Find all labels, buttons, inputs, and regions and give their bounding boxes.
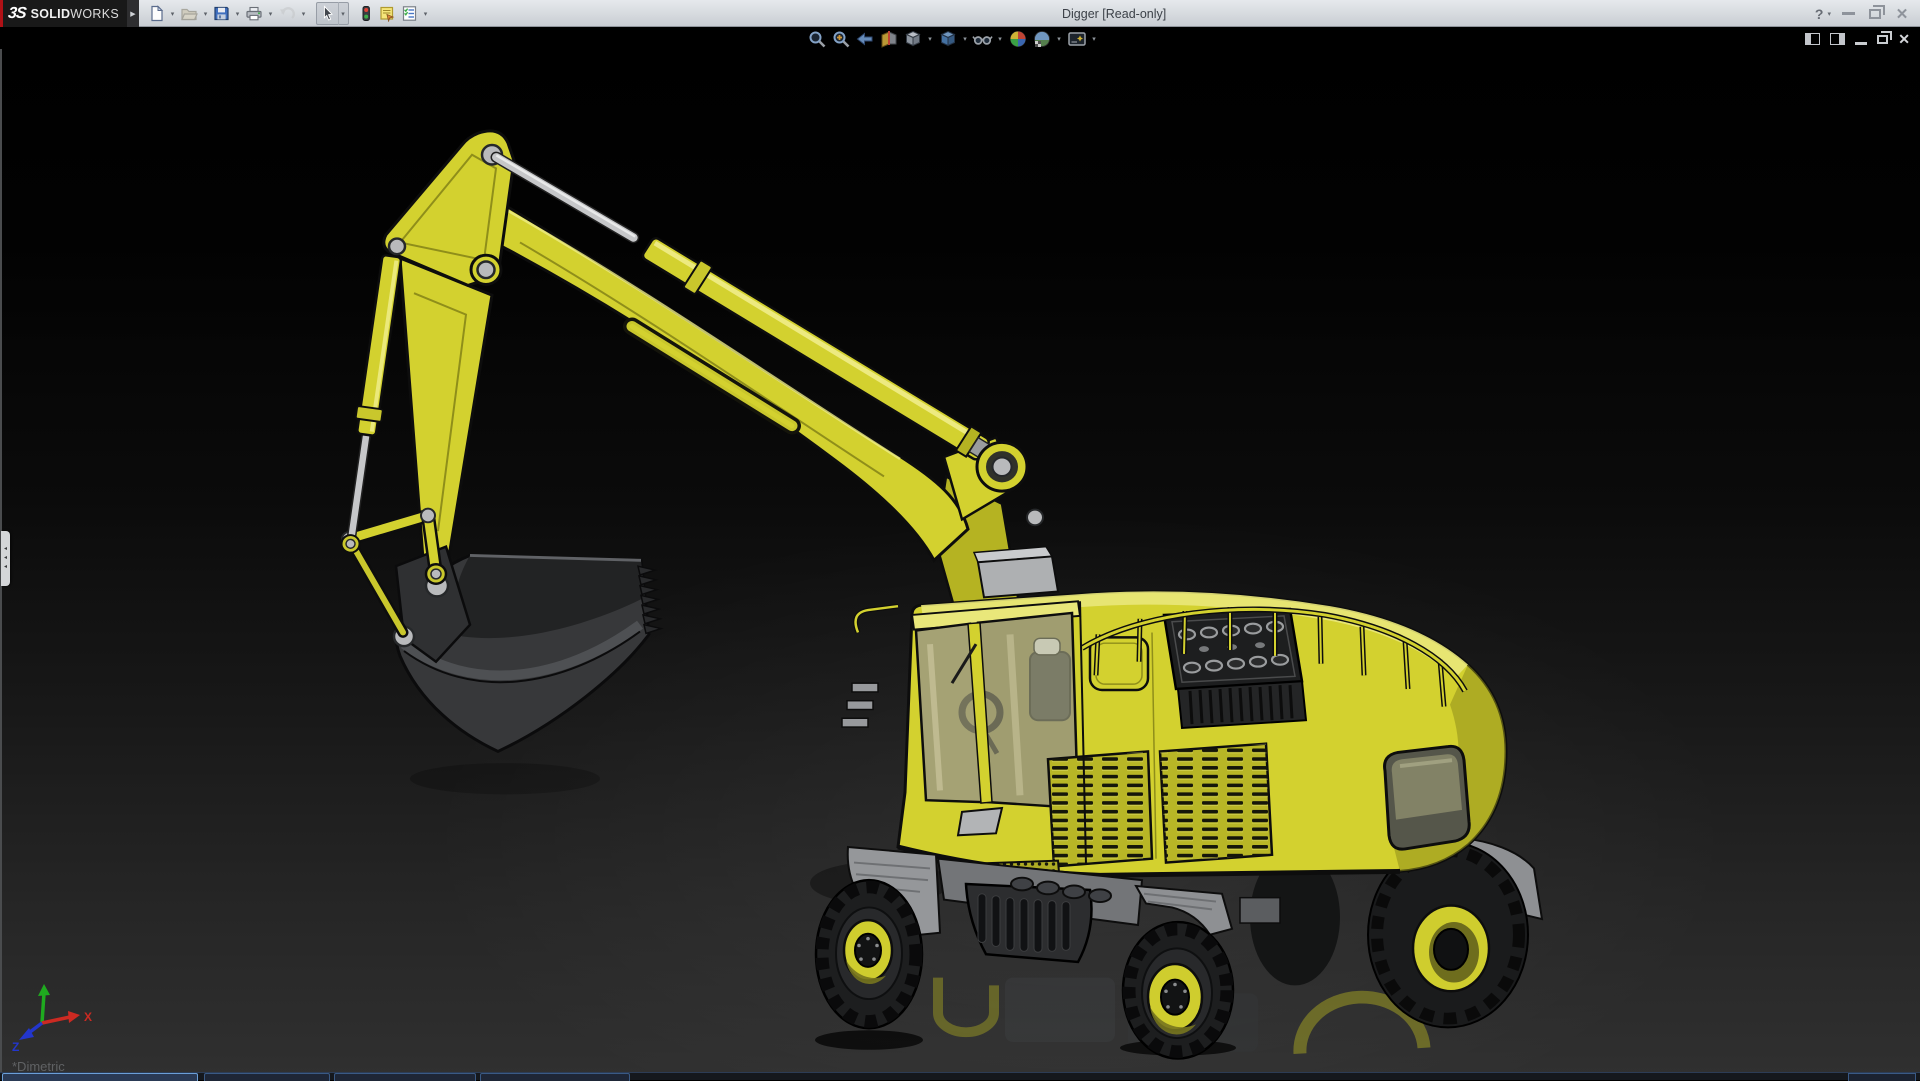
new-document-dropdown[interactable]: ▾	[168, 2, 177, 25]
title-bar: 3S SOLIDWORKS ▶ ▾ ▾	[0, 0, 1920, 27]
help-button[interactable]: ?	[1815, 6, 1824, 22]
document-title: Digger [Read-only]	[1062, 0, 1166, 27]
traffic-light-icon	[359, 5, 373, 22]
edit-appearance-sphere-icon	[1008, 29, 1028, 49]
collapse-arrow-icon: ◂	[4, 556, 7, 561]
toggle-right-pane-button[interactable]	[1830, 33, 1845, 45]
boom-stick-pin	[478, 261, 495, 278]
reference-triad[interactable]: X Z	[4, 983, 100, 1057]
dassault-3s-logo-icon: 3S	[7, 5, 26, 23]
view-orientation-dropdown[interactable]: ▾	[926, 35, 934, 43]
open-button[interactable]	[178, 2, 200, 25]
open-folder-icon	[180, 5, 198, 22]
hide-show-items-button[interactable]	[972, 29, 993, 50]
solidworks-wordmark: SOLIDWORKS	[31, 7, 119, 21]
select-cursor-icon	[320, 5, 336, 22]
rear-window	[1385, 746, 1470, 849]
view-orientation-cube-icon	[903, 29, 923, 49]
wordmark-bold: SOLID	[31, 7, 71, 21]
stick-cylinder[interactable]	[336, 254, 404, 554]
toggle-left-pane-button[interactable]	[1805, 33, 1820, 45]
collapse-arrow-icon: ◂	[4, 565, 7, 570]
display-style-button[interactable]	[937, 29, 958, 50]
collapse-arrow-icon: ◂	[4, 547, 7, 552]
view-orientation-button[interactable]	[902, 29, 923, 50]
section-view-icon	[879, 29, 899, 49]
apply-scene-icon	[1032, 29, 1052, 49]
front-right-wheel[interactable]	[1123, 922, 1233, 1059]
section-view-button[interactable]	[878, 29, 899, 50]
zoom-to-fit-button[interactable]	[806, 29, 827, 50]
open-dropdown[interactable]: ▾	[201, 2, 210, 25]
triad-x-axis	[68, 1011, 80, 1023]
solidworks-logo: 3S SOLIDWORKS	[0, 0, 127, 27]
hide-show-dropdown[interactable]: ▾	[996, 35, 1004, 43]
minimize-button[interactable]	[1838, 4, 1858, 24]
titlebar-controls: ? ▾ ✕	[1815, 0, 1912, 27]
document-minimize-button[interactable]	[1855, 42, 1867, 45]
zoom-to-fit-icon	[807, 29, 827, 49]
undo-button[interactable]	[276, 2, 298, 25]
previous-view-icon	[855, 29, 875, 49]
options-checklist-button[interactable]	[399, 2, 420, 25]
previous-view-button[interactable]	[854, 29, 875, 50]
menu-expand-arrow[interactable]: ▶	[127, 0, 139, 27]
cylinder-anchor-pin	[389, 239, 405, 255]
select-tool-dropdown[interactable]: ▾	[338, 2, 347, 25]
front-left-wheel[interactable]	[816, 880, 922, 1028]
new-document-icon	[148, 5, 165, 22]
boom-arm[interactable]	[468, 203, 1018, 560]
annotation-note-button[interactable]	[376, 2, 398, 25]
restore-button[interactable]	[1865, 4, 1885, 24]
new-document-button[interactable]	[146, 2, 167, 25]
save-dropdown[interactable]: ▾	[233, 2, 242, 25]
main-toolbar: ▾ ▾ ▾ ▾	[146, 0, 430, 27]
display-style-cube-icon	[938, 29, 958, 49]
heads-up-view-toolbar: ▾ ▾ ▾	[806, 28, 1098, 50]
graphics-viewport[interactable]: ▾ ▾ ▾	[0, 27, 1920, 1080]
view-settings-dropdown[interactable]: ▾	[1090, 35, 1098, 43]
wordmark-light: WORKS	[70, 7, 119, 21]
apply-scene-button[interactable]	[1031, 29, 1052, 50]
edit-appearance-button[interactable]	[1007, 29, 1028, 50]
document-close-button[interactable]: ✕	[1898, 32, 1910, 46]
save-floppy-icon	[213, 5, 230, 22]
view-settings-icon	[1067, 29, 1087, 49]
options-checklist-icon	[401, 5, 418, 22]
document-window-controls: ✕	[1805, 29, 1910, 49]
print-button[interactable]	[243, 2, 265, 25]
triad-z-label: Z	[12, 1040, 19, 1054]
view-settings-button[interactable]	[1066, 29, 1087, 50]
zoom-to-area-button[interactable]	[830, 29, 851, 50]
traffic-light-button[interactable]	[357, 2, 375, 25]
annotation-note-icon	[378, 5, 396, 22]
document-restore-button[interactable]	[1877, 35, 1888, 44]
undo-dropdown[interactable]: ▾	[299, 2, 308, 25]
zoom-to-area-icon	[831, 29, 851, 49]
close-button[interactable]: ✕	[1892, 4, 1912, 24]
print-dropdown[interactable]: ▾	[266, 2, 275, 25]
save-button[interactable]	[211, 2, 232, 25]
feature-manager-collapsed-tab[interactable]: ◂ ◂ ◂	[1, 531, 10, 586]
hide-show-glasses-icon	[972, 29, 993, 49]
options-dropdown[interactable]: ▾	[421, 2, 430, 25]
help-dropdown[interactable]: ▾	[1827, 10, 1831, 18]
select-tool-button[interactable]	[318, 3, 338, 24]
model-render	[0, 27, 1920, 1080]
triad-x-label: X	[84, 1010, 92, 1024]
windows-taskbar-edge	[0, 1072, 1920, 1080]
roof-equipment-box[interactable]	[974, 547, 1058, 598]
undo-arrow-icon	[278, 5, 296, 22]
display-style-dropdown[interactable]: ▾	[961, 35, 969, 43]
triad-y-axis	[38, 984, 50, 996]
select-tool-group: ▾	[316, 2, 349, 25]
print-icon	[245, 5, 263, 22]
apply-scene-dropdown[interactable]: ▾	[1055, 35, 1063, 43]
